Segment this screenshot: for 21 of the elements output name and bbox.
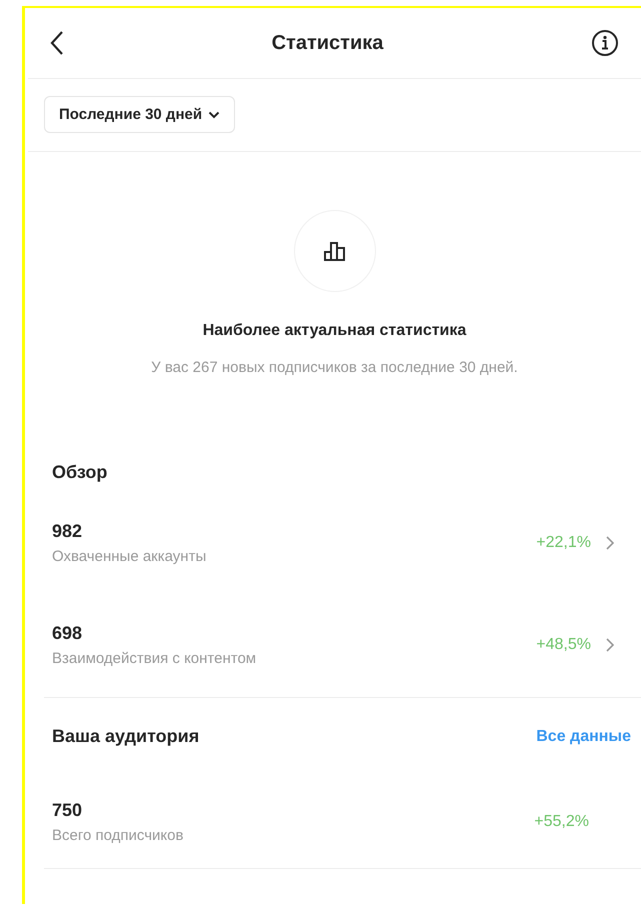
change-percent: +55,2% bbox=[534, 813, 589, 831]
change-percent: +22,1% bbox=[536, 534, 591, 552]
metric-value: 698 bbox=[52, 623, 84, 644]
change-percent: +48,5% bbox=[536, 636, 591, 654]
metric-value: 982 bbox=[52, 521, 84, 542]
period-dropdown[interactable]: Последние 30 дней bbox=[44, 96, 236, 133]
metric-label: Охваченные аккаунты bbox=[52, 548, 206, 565]
metric-value: 750 bbox=[52, 800, 84, 821]
caret-icon bbox=[208, 110, 220, 118]
chevron-right-icon[interactable] bbox=[605, 535, 615, 551]
section-title: Обзор bbox=[52, 462, 108, 483]
back-button[interactable] bbox=[50, 30, 64, 56]
metric-label: Взаимодействия с контентом bbox=[52, 650, 256, 667]
info-button[interactable] bbox=[590, 29, 619, 57]
insight-text: У вас 267 новых подписчиков за последние 30 дней. bbox=[150, 358, 519, 378]
screen-title: Статистика bbox=[272, 32, 384, 54]
bar-chart-icon bbox=[322, 240, 346, 262]
section-title: Ваша аудитория bbox=[52, 726, 200, 747]
metric-label: Всего подписчиков bbox=[52, 827, 184, 844]
chevron-right-icon[interactable] bbox=[605, 637, 615, 653]
insight-title: Наиболее актуальная статистика bbox=[202, 322, 466, 340]
